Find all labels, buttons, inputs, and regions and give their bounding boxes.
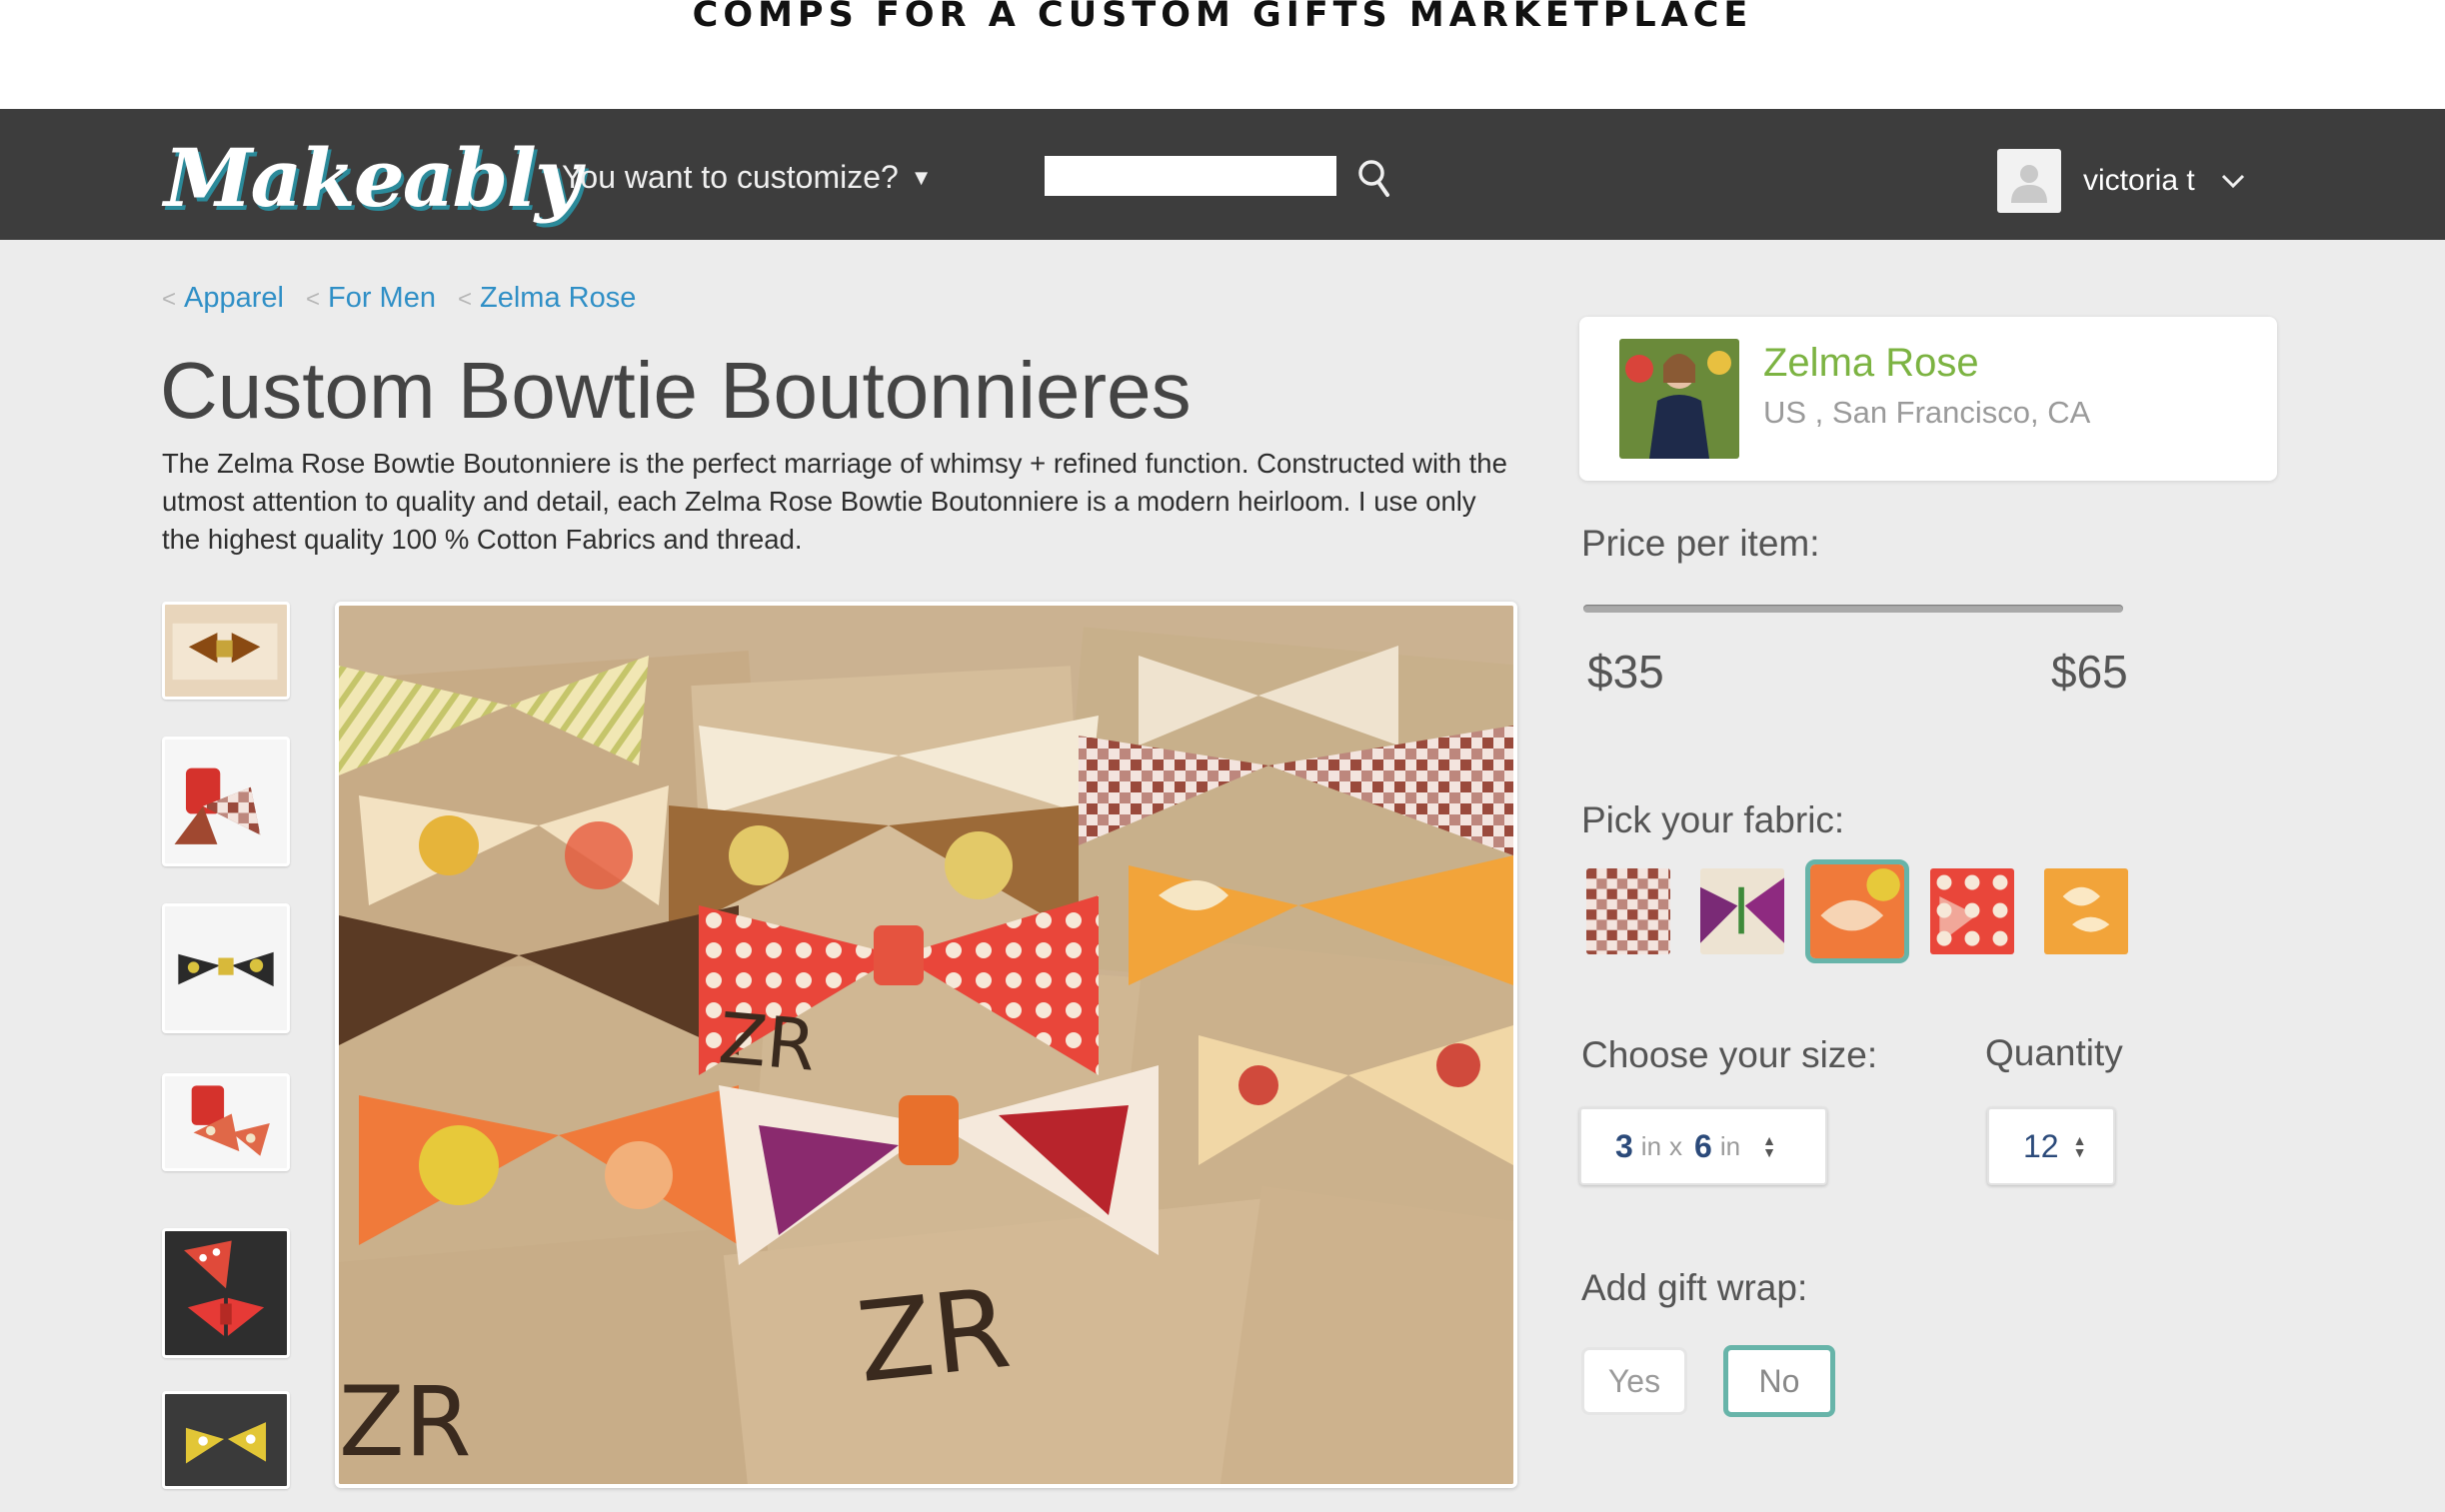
stamp-text-1: ZR [339,1366,471,1478]
fabric-label: Pick your fabric: [1581,799,1845,840]
username: victoria t [2083,164,2195,197]
fabric-swatch-red-dots[interactable] [1927,865,2017,957]
thumbnail-6[interactable] [162,1391,290,1489]
fabric-swatch-gingham[interactable] [1583,865,1673,957]
stamp-text-2: ZR [852,1264,1016,1407]
chevron-down-icon [2221,174,2244,189]
updown-arrows-icon: ▲ ▼ [1762,1132,1776,1160]
price-range-slider[interactable] [1583,605,2123,613]
search-icon[interactable] [1355,157,1393,199]
thumbnail-2[interactable] [162,737,290,866]
makeably-logo[interactable]: Makeably [164,131,581,225]
giftwrap-yes-button[interactable]: Yes [1581,1347,1687,1415]
price-max: $65 [2051,646,2128,698]
seller-photo [1619,339,1739,459]
caret-down-icon: ▼ [910,165,933,190]
chevron-left-icon: < [305,286,320,313]
thumbnail-1[interactable] [162,602,290,700]
seller-location: US , San Francisco, CA [1763,395,2091,430]
thumbnail-4[interactable] [162,1073,290,1171]
thumbnail-5[interactable] [162,1228,290,1358]
search-input[interactable] [1045,156,1336,196]
seller-name[interactable]: Zelma Rose [1763,341,1979,386]
breadcrumb: < Apparel < For Men < Zelma Rose [162,282,658,315]
giftwrap-no-button[interactable]: No [1723,1345,1835,1417]
product-title: Custom Bowtie Boutonnieres [160,346,1192,435]
quantity-select[interactable]: 12 ▲ ▼ [1987,1107,2115,1185]
thumbnail-3[interactable] [162,903,290,1033]
main-product-image[interactable]: ZR ZR ZR [335,602,1517,1488]
fabric-swatch-golden-damask[interactable] [2041,865,2131,957]
fabric-swatches [1583,859,2155,963]
updown-arrows-icon: ▲ ▼ [2072,1132,2087,1160]
stamp-text-3: ZR [716,997,819,1087]
avatar [1997,149,2061,213]
page-caption: COMPS FOR A CUSTOM GIFTS MARKETPLACE [692,0,1753,35]
breadcrumb-zelma-rose[interactable]: < Zelma Rose [458,282,636,315]
product-page: < Apparel < For Men < Zelma Rose Custom Bow… [0,240,2445,1512]
price-label: Price per item: [1581,523,1820,564]
breadcrumb-apparel[interactable]: < Apparel [162,282,284,315]
user-menu[interactable]: victoria t [1997,149,2247,213]
chevron-left-icon: < [162,286,177,313]
size-select[interactable]: 3 in x 6 in ▲ ▼ [1579,1107,1827,1185]
user-silhouette-icon [2011,165,2047,203]
product-description: The Zelma Rose Bowtie Boutonniere is the… [162,448,1507,555]
breadcrumb-for-men[interactable]: < For Men [306,282,436,315]
giftwrap-label: Add gift wrap: [1581,1267,1808,1308]
seller-card[interactable]: Zelma Rose US , San Francisco, CA [1579,317,2277,481]
top-navbar: Makeably You want to customize? ▼ victori… [0,109,2445,240]
fabric-swatch-orange-floral[interactable] [1805,859,1909,963]
price-min: $35 [1587,646,1664,698]
customize-label: You want to customize? [562,159,899,195]
size-label: Choose your size: [1581,1034,1878,1075]
fabric-swatch-butterfly[interactable] [1697,865,1787,957]
quantity-label: Quantity [1985,1032,2123,1073]
chevron-left-icon: < [457,286,472,313]
customize-dropdown[interactable]: You want to customize? ▼ [562,159,933,196]
